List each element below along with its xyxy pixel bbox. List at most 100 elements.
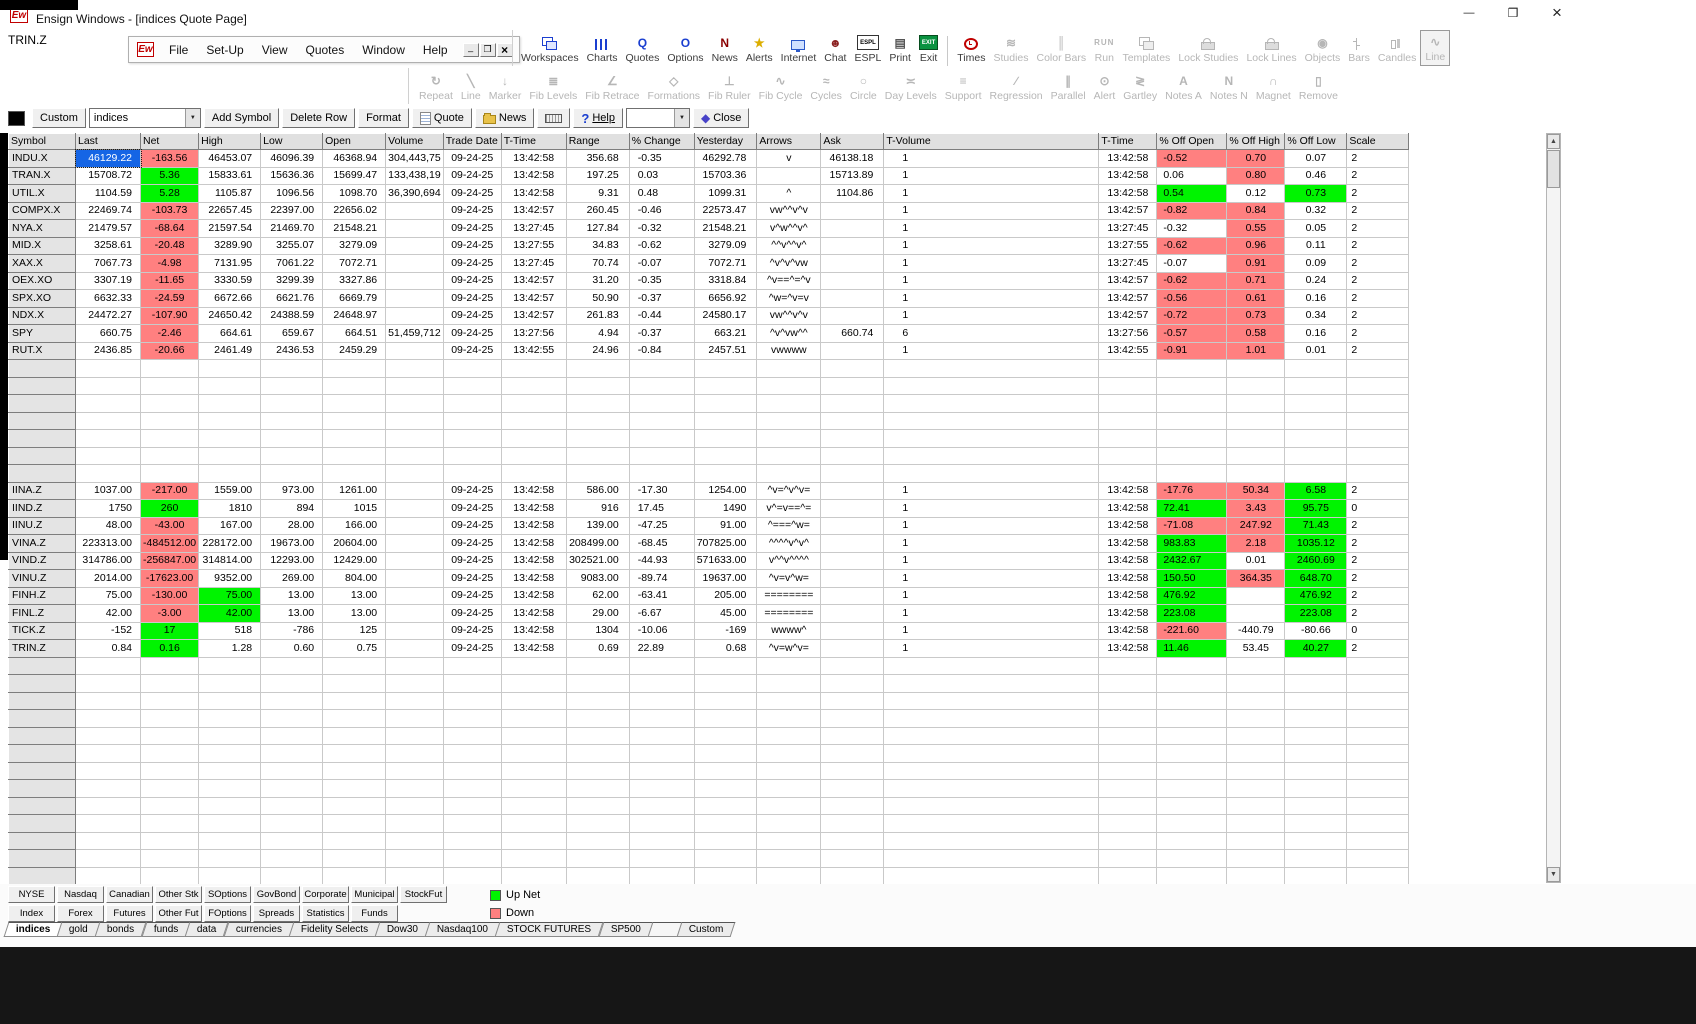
quote-cell[interactable]: 0	[1347, 500, 1409, 518]
mdi-restore-icon[interactable]	[480, 43, 496, 57]
help-button[interactable]: Help	[573, 108, 623, 128]
quote-cell[interactable]: 13:42:58	[501, 605, 566, 623]
quote-cell[interactable]	[261, 412, 323, 430]
quote-cell[interactable]: 12429.00	[323, 552, 386, 570]
symbol-cell[interactable]: TRIN.Z	[9, 640, 76, 658]
quote-cell[interactable]	[629, 867, 694, 885]
quote-cell[interactable]	[1227, 605, 1285, 623]
quote-cell[interactable]	[694, 675, 757, 693]
quote-cell[interactable]	[1157, 675, 1227, 693]
scrollbar-thumb[interactable]	[1547, 150, 1560, 188]
quote-cell[interactable]	[386, 727, 444, 745]
quote-cell[interactable]	[1347, 815, 1409, 833]
symbol-cell[interactable]: FINL.Z	[9, 605, 76, 623]
quote-cell[interactable]	[821, 447, 884, 465]
quote-cell[interactable]: 7067.73	[76, 255, 141, 273]
quote-cell[interactable]	[386, 605, 444, 623]
quote-cell[interactable]: 09-24-25	[443, 552, 501, 570]
market-button-other-stk[interactable]: Other Stk	[155, 886, 202, 903]
quote-cell[interactable]	[566, 360, 629, 378]
quote-cell[interactable]	[141, 657, 199, 675]
quote-cell[interactable]	[501, 850, 566, 868]
quote-cell[interactable]	[141, 780, 199, 798]
quote-cell[interactable]	[261, 710, 323, 728]
quote-cell[interactable]: 13:27:45	[1099, 255, 1157, 273]
quote-cell[interactable]	[501, 745, 566, 763]
market-button-forex[interactable]: Forex	[57, 905, 104, 922]
column-header-change[interactable]: % Change	[629, 134, 694, 150]
quote-cell[interactable]: 1	[884, 272, 1099, 290]
quote-cell[interactable]: 13:42:58	[1099, 605, 1157, 623]
quote-cell[interactable]: 2014.00	[76, 570, 141, 588]
quote-cell[interactable]	[1227, 797, 1285, 815]
quote-cell[interactable]	[566, 832, 629, 850]
quote-cell[interactable]: 7131.95	[199, 255, 261, 273]
symbol-cell[interactable]: TICK.Z	[9, 622, 76, 640]
quote-cell[interactable]: 0.16	[141, 640, 199, 658]
toolbar-button-marker[interactable]: ↓Marker	[485, 68, 526, 104]
quote-cell[interactable]: -163.56	[141, 150, 199, 168]
quote-cell[interactable]: -221.60	[1157, 622, 1227, 640]
column-header-range[interactable]: Range	[566, 134, 629, 150]
quote-cell[interactable]: 17	[141, 622, 199, 640]
quote-cell[interactable]	[1157, 762, 1227, 780]
quote-cell[interactable]: 13:42:57	[1099, 307, 1157, 325]
quote-cell[interactable]: 1	[884, 517, 1099, 535]
quote-cell[interactable]	[821, 692, 884, 710]
quote-cell[interactable]: 15708.72	[76, 167, 141, 185]
toolbar-button-times[interactable]: Times	[953, 30, 989, 66]
quote-cell[interactable]: -152	[76, 622, 141, 640]
menu-item-help[interactable]: Help	[414, 43, 457, 57]
quote-cell[interactable]: 2	[1347, 202, 1409, 220]
column-header-off-low[interactable]: % Off Low	[1285, 134, 1347, 150]
quote-cell[interactable]: 13:42:57	[501, 290, 566, 308]
quote-cell[interactable]	[76, 727, 141, 745]
quote-cell[interactable]	[757, 430, 821, 448]
quote-cell[interactable]	[501, 675, 566, 693]
quote-cell[interactable]	[821, 342, 884, 360]
quote-cell[interactable]	[1347, 727, 1409, 745]
quote-cell[interactable]	[323, 412, 386, 430]
quote-cell[interactable]	[386, 377, 444, 395]
quote-cell[interactable]: 9.31	[566, 185, 629, 203]
quote-cell[interactable]	[261, 850, 323, 868]
quote-cell[interactable]	[1347, 447, 1409, 465]
quote-cell[interactable]	[821, 745, 884, 763]
column-header-t-volume[interactable]: T-Volume	[884, 134, 1099, 150]
quote-cell[interactable]	[386, 237, 444, 255]
quote-field-dropdown[interactable]	[626, 108, 690, 128]
quote-cell[interactable]	[386, 307, 444, 325]
quote-cell[interactable]: 09-24-25	[443, 587, 501, 605]
quote-cell[interactable]: -68.64	[141, 220, 199, 238]
quote-cell[interactable]: 1096.56	[261, 185, 323, 203]
quote-cell[interactable]: 13:42:58	[1099, 535, 1157, 553]
quote-cell[interactable]: 2.18	[1227, 535, 1285, 553]
quote-cell[interactable]: ^v^v^vw	[757, 255, 821, 273]
quote-cell[interactable]	[694, 465, 757, 483]
quote-cell[interactable]: -0.35	[629, 150, 694, 168]
quote-cell[interactable]	[76, 395, 141, 413]
quote-cell[interactable]: 13:27:55	[501, 237, 566, 255]
quote-cell[interactable]	[261, 430, 323, 448]
quote-cell[interactable]: 50.90	[566, 290, 629, 308]
quote-cell[interactable]: 1	[884, 220, 1099, 238]
quote-cell[interactable]	[1227, 745, 1285, 763]
scroll-down-icon[interactable]	[1547, 867, 1560, 882]
quote-cell[interactable]: -0.32	[1157, 220, 1227, 238]
quote-cell[interactable]: -0.84	[629, 342, 694, 360]
quote-cell[interactable]	[443, 710, 501, 728]
quote-cell[interactable]	[694, 867, 757, 885]
quote-cell[interactable]: 150.50	[1157, 570, 1227, 588]
quote-cell[interactable]: 13:42:58	[501, 640, 566, 658]
quote-cell[interactable]	[757, 762, 821, 780]
quote-cell[interactable]: 2	[1347, 185, 1409, 203]
sheet-tab-dow30[interactable]: Dow30	[375, 922, 431, 937]
quote-cell[interactable]	[629, 762, 694, 780]
quote-cell[interactable]	[1227, 762, 1285, 780]
quote-cell[interactable]: 1559.00	[199, 482, 261, 500]
toolbar-button-fib-ruler[interactable]: ⊥Fib Ruler	[704, 68, 755, 104]
quote-cell[interactable]: 260.45	[566, 202, 629, 220]
quote-cell[interactable]	[1157, 780, 1227, 798]
symbol-cell[interactable]	[9, 797, 76, 815]
quote-cell[interactable]	[694, 657, 757, 675]
